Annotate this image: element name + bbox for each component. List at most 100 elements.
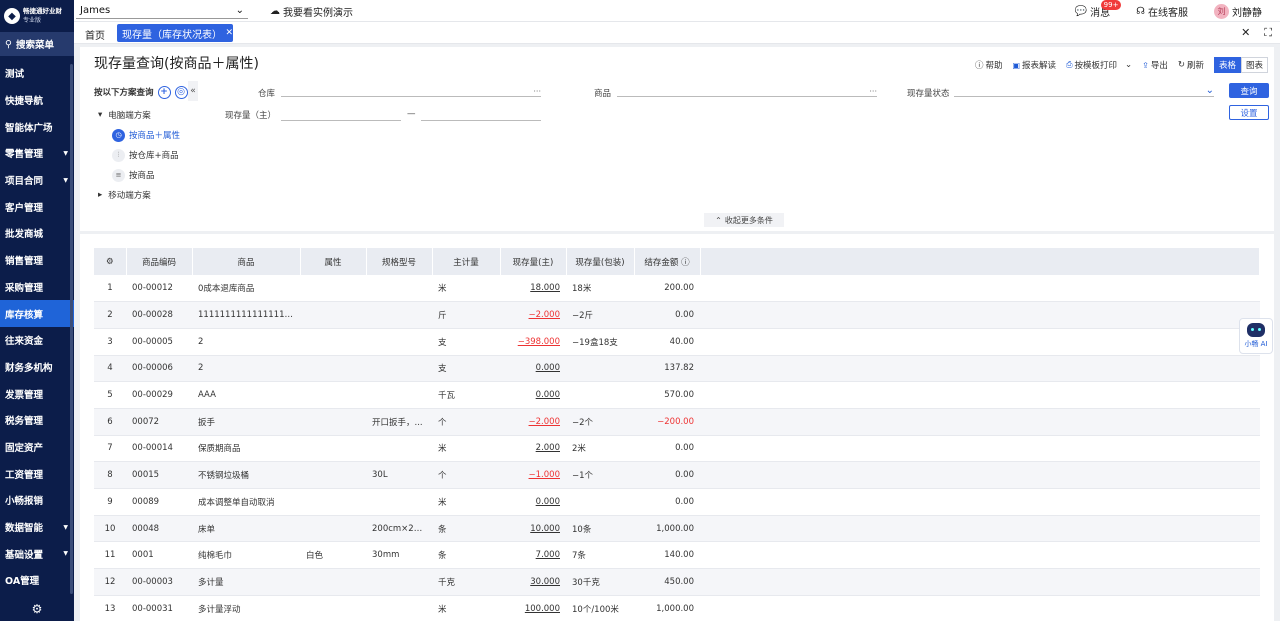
qty-min-input[interactable] (281, 107, 401, 121)
settings-icon[interactable]: ⚙ (106, 257, 114, 267)
view-table-button[interactable]: 表格 (1213, 57, 1241, 73)
close-all-icon[interactable]: ✕ (1241, 26, 1250, 40)
table-row[interactable]: 5 00-00029 AAA 千瓦 0.000 570.00 (94, 382, 1260, 409)
table-row[interactable]: 12 00-00003 多计量 千克 30.000 30千克 450.00 (94, 568, 1260, 596)
sidebar-item[interactable]: 快捷导航 (0, 87, 74, 114)
column-header-label: 现存量(主) (512, 257, 554, 268)
sidebar-item[interactable]: 销售管理 (0, 247, 74, 274)
gear-icon[interactable]: ⚙ (0, 597, 74, 621)
cell-qty[interactable]: 30.000 (500, 569, 566, 596)
cell-qty[interactable]: 0.000 (500, 382, 566, 409)
info-icon[interactable]: ⓘ (678, 258, 690, 268)
logo-edition: 专业版 (23, 17, 42, 24)
table-row[interactable]: 9 00089 成本调整单自动取消 米 0.000 0.00 (94, 489, 1260, 516)
report-read-button[interactable]: ▣ 报表解读 (1012, 59, 1056, 72)
sidebar-item[interactable]: 测试 (0, 60, 74, 87)
cell-qty[interactable]: 7.000 (500, 542, 566, 569)
sidebar-item[interactable]: 智能体广场 (0, 113, 74, 140)
scheme-item[interactable]: ◷ 按商品＋属性 (94, 125, 214, 145)
warehouse-input[interactable]: ··· (281, 83, 541, 97)
settings-button[interactable]: 设置 (1229, 105, 1269, 120)
table-row[interactable]: 7 00-00014 保质期商品 米 2.000 2米 0.00 (94, 435, 1260, 462)
ai-assistant-button[interactable]: 小畅 AI (1239, 318, 1273, 354)
sidebar-item[interactable]: 税务管理 (0, 407, 74, 434)
cell-qty[interactable]: 10.000 (500, 515, 566, 542)
view-chart-button[interactable]: 图表 (1240, 57, 1268, 73)
column-settings-header[interactable]: ⚙ (94, 248, 127, 275)
tab-stock[interactable]: 现存量（库存状况表） ✕ (117, 24, 233, 42)
sidebar-item-label: 小畅报销 (5, 496, 44, 508)
chevron-down-icon[interactable]: ⌄ (1125, 60, 1132, 70)
sidebar-item[interactable]: 发票管理 (0, 380, 74, 407)
tab-home[interactable]: 首页 (85, 27, 105, 42)
template-print-button[interactable]: ⎙ 按模板打印 ⌄ (1066, 59, 1132, 71)
scheme-group[interactable]: ▾ 电脑端方案 (94, 105, 214, 125)
sidebar-item[interactable]: 基础设置 ▼ (0, 540, 74, 567)
sidebar-item[interactable]: 工资管理 (0, 460, 74, 487)
messages-button[interactable]: 💬 消息 99+ (1075, 0, 1122, 19)
demo-link[interactable]: ☁ 我要看实例演示 (270, 4, 353, 19)
avatar: 刘 (1214, 3, 1229, 19)
column-header-label: 属性 (324, 257, 342, 268)
sidebar-item[interactable]: 往来资金 (0, 327, 74, 354)
cell-qty[interactable]: −2.000 (500, 302, 566, 329)
cell-code: 00048 (132, 523, 160, 534)
cell-qty[interactable]: −1.000 (500, 462, 566, 489)
table-row[interactable]: 6 00072 扳手 开口扳手，... 个 −2.000 −2个 −200.00 (94, 408, 1260, 436)
table-row[interactable]: 10 00048 床单 200cm×23... 条 10.000 10条 1,000.00 (94, 515, 1260, 542)
logo[interactable]: ◆ 畅捷通好业财 专业版 (0, 0, 74, 32)
qty-max-input[interactable] (421, 107, 541, 121)
cell-qty[interactable]: −398.000 (500, 328, 566, 355)
table-row[interactable]: 1 00-00012 0成本退库商品 米 18.000 18米 200.00 (94, 275, 1260, 302)
sidebar-scrollbar[interactable] (70, 64, 73, 594)
cell-qty[interactable]: −2.000 (500, 408, 566, 435)
cell-qty[interactable]: 2.000 (500, 435, 566, 462)
collapse-scheme-icon[interactable]: « (188, 81, 198, 101)
status-select[interactable]: ⌄ (954, 83, 1214, 97)
scheme-item[interactable]: ⫶ 按仓库+商品 (94, 145, 214, 165)
sidebar-item[interactable]: 采购管理 (0, 274, 74, 301)
table-row[interactable]: 2 00-00028 1111111111111111111111111111 斤 −2… (94, 301, 1260, 329)
fullscreen-icon[interactable]: ⛶ (1264, 26, 1272, 40)
close-icon[interactable]: ✕ (225, 28, 233, 38)
scheme-settings-icon[interactable]: ◎ (174, 85, 188, 99)
sidebar-item[interactable]: 数据智能 ▼ (0, 514, 74, 541)
sidebar-item[interactable]: 财务多机构 (0, 354, 74, 381)
query-panel: 现存量查询(按商品＋属性) ⓘ 帮助 ▣ 报表解读 ⎙ 按模板打印 ⌄ ⇪ 导出 ↻ 刷新 … (80, 47, 1274, 231)
sidebar-item[interactable]: 库存核算 (0, 300, 74, 327)
menu-search-button[interactable]: ⚲ 搜索菜单 (0, 32, 74, 56)
scheme-item[interactable]: ≡ 按商品 (94, 165, 214, 185)
cell-product: 不锈钢垃圾桶 (198, 471, 250, 482)
cell-qty[interactable]: 0.000 (500, 355, 566, 382)
cell-qty[interactable]: 100.000 (500, 595, 566, 621)
add-scheme-button[interactable]: + (157, 85, 171, 99)
cell-code: 00-00003 (132, 576, 173, 587)
cell-qty[interactable]: 0.000 (500, 489, 566, 516)
sidebar-item-label: 采购管理 (5, 282, 44, 294)
sidebar-item[interactable]: 固定资产 (0, 434, 74, 461)
sidebar-item[interactable]: 客户管理 (0, 193, 74, 220)
table-row[interactable]: 11 0001 纯棉毛巾 白色 30mm 条 7.000 7条 140.00 (94, 542, 1260, 569)
export-button[interactable]: ⇪ 导出 (1142, 59, 1168, 72)
more-icon[interactable]: ··· (869, 87, 877, 96)
help-button[interactable]: ⓘ 帮助 (975, 59, 1003, 71)
query-button[interactable]: 查询 (1229, 83, 1269, 98)
sidebar-item[interactable]: 零售管理 ▼ (0, 140, 74, 167)
table-row[interactable]: 4 00-00006 2 支 0.000 137.82 (94, 355, 1260, 382)
support-button[interactable]: ☊ 在线客服 (1136, 4, 1188, 19)
more-icon[interactable]: ··· (533, 87, 541, 96)
sidebar-item[interactable]: 小畅报销 (0, 487, 74, 514)
sidebar-item[interactable]: 项目合同 ▼ (0, 167, 74, 194)
sidebar-item[interactable]: OA管理 (0, 567, 74, 594)
cell-qty[interactable]: 18.000 (500, 275, 566, 302)
collapse-more-button[interactable]: ⌃ 收起更多条件 (704, 213, 784, 227)
account-select[interactable]: James ⌄ (76, 2, 248, 19)
user-menu[interactable]: 刘 刘静静 (1214, 3, 1262, 19)
table-row[interactable]: 8 00015 不锈钢垃圾桶 30L 个 −1.000 −1个 0.00 (94, 461, 1260, 489)
sidebar-item[interactable]: 批发商城 (0, 220, 74, 247)
scheme-group[interactable]: ▸ 移动端方案 (94, 185, 214, 205)
product-input[interactable]: ··· (617, 83, 877, 97)
refresh-button[interactable]: ↻ 刷新 (1178, 59, 1204, 71)
table-row[interactable]: 13 00-00031 多计量浮动 米 100.000 10个/100米 1,000.00 (94, 595, 1260, 621)
table-row[interactable]: 3 00-00005 2 支 −398.000 −19盒18支 40.00 (94, 328, 1260, 356)
